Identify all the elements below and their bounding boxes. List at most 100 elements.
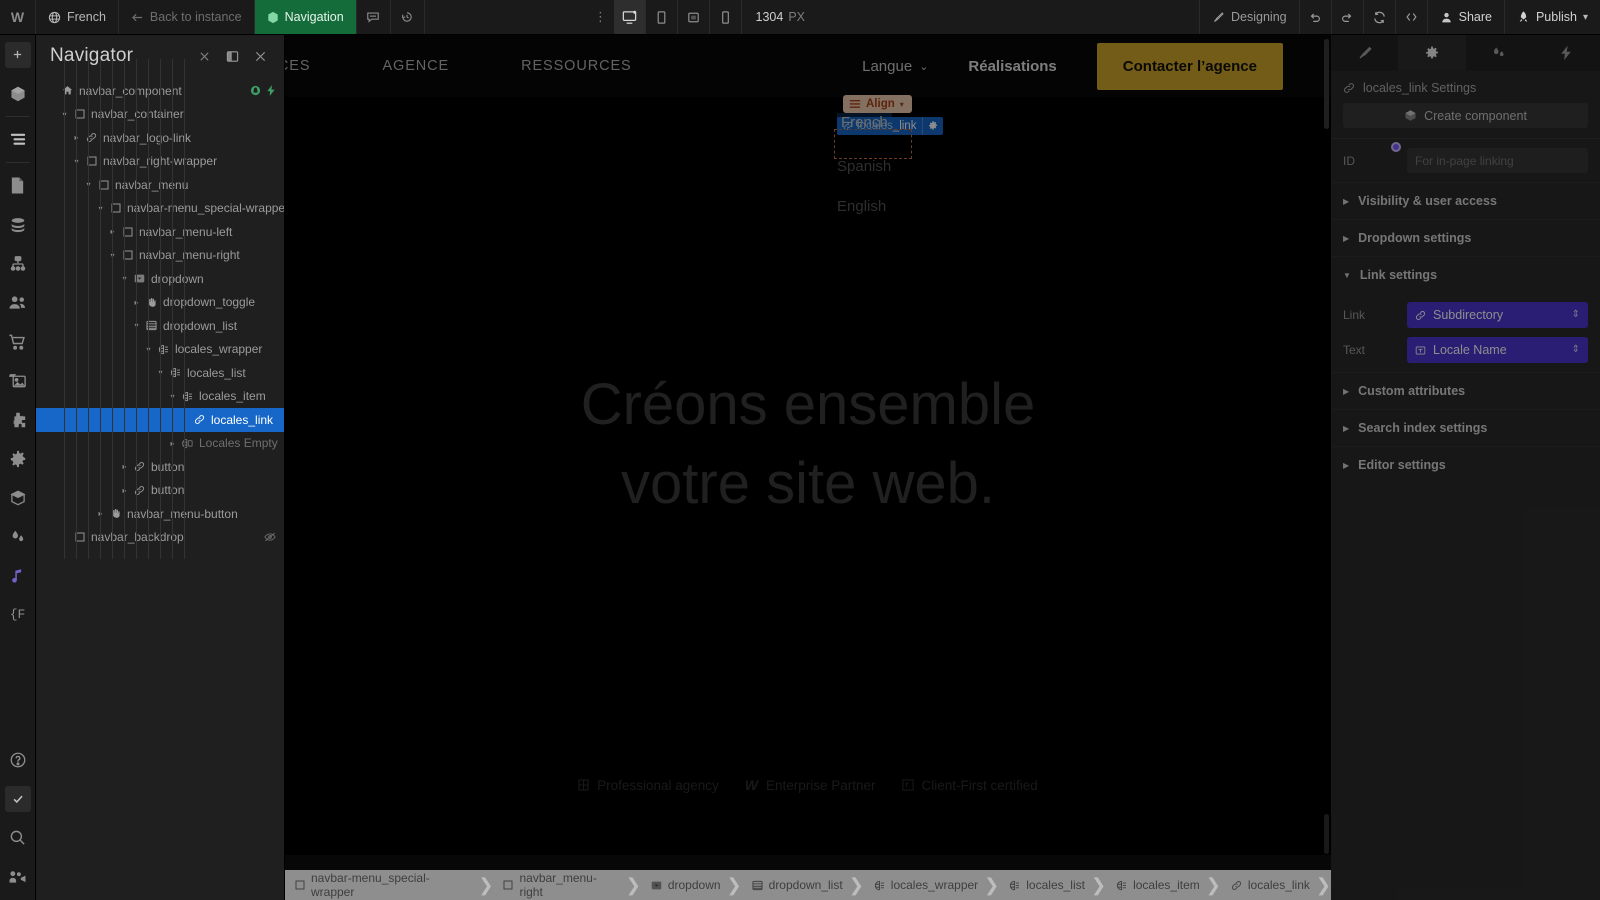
variable-mode-button[interactable]: {F <box>0 595 36 634</box>
locale-option-french[interactable]: French <box>837 113 892 132</box>
locale-label: French <box>67 10 106 24</box>
pages-button[interactable] <box>0 166 36 205</box>
components-button[interactable] <box>0 74 36 113</box>
canvas-scrollbar[interactable] <box>1324 39 1329 854</box>
breadcrumb-item-label: dropdown <box>667 878 721 892</box>
breadcrumb-item-locales-link[interactable]: locales_link <box>1221 870 1318 900</box>
section-custom-attributes-bg[interactable]: ▶ Custom attributes <box>1331 372 1600 409</box>
interactions-button[interactable] <box>0 556 36 595</box>
locale-option-spanish[interactable]: Spanish <box>837 146 892 186</box>
breadcrumb-item-dropdown-list[interactable]: dropdown_list <box>742 870 851 900</box>
share-button[interactable]: Share <box>1426 0 1504 34</box>
create-component-label-bg: Create component <box>1424 108 1527 123</box>
locales-dropdown-list[interactable]: French Spanish English <box>837 113 892 226</box>
variables-tab[interactable] <box>1466 35 1533 71</box>
breadcrumb-separator-icon: ❯ <box>726 874 742 895</box>
link-icon <box>1231 880 1242 891</box>
site-nav-link-ices[interactable]: ICES <box>285 58 310 74</box>
publish-label: Publish <box>1535 10 1577 24</box>
viewport-mobile[interactable] <box>710 0 742 34</box>
site-nav-link-ressources[interactable]: RESSOURCES <box>521 58 632 74</box>
add-elements-button[interactable] <box>0 35 36 74</box>
navigator-title: Navigator <box>50 45 134 66</box>
section-editor-settings-label-bg: Editor settings <box>1358 458 1446 472</box>
create-component-button-bg[interactable]: Create component <box>1343 103 1588 128</box>
undo-icon[interactable] <box>1298 0 1331 34</box>
site-nav-link-agence[interactable]: AGENCE <box>382 58 449 74</box>
cms-button[interactable] <box>0 205 36 244</box>
locale-selector[interactable]: French <box>36 0 119 34</box>
align-label: Align <box>866 98 895 110</box>
panel-layout-icon[interactable] <box>220 44 244 68</box>
breadcrumb-item-locales-wrapper[interactable]: locales_wrapper <box>864 870 986 900</box>
navigator-button[interactable] <box>0 120 36 159</box>
help-button[interactable] <box>0 740 36 779</box>
variables-button[interactable] <box>0 517 36 556</box>
locked-icon[interactable] <box>250 85 261 96</box>
back-to-instance-button[interactable]: Back to instance <box>119 0 255 34</box>
close-small-icon[interactable] <box>192 44 216 68</box>
breadcrumb-separator-icon: ❯ <box>1205 874 1221 895</box>
toolbar-divider-2 <box>5 162 30 163</box>
eye-off-icon[interactable] <box>264 532 276 542</box>
section-visibility-bg[interactable]: ▶ Visibility & user access <box>1331 182 1600 219</box>
mode-designing-button[interactable]: Designing <box>1199 0 1299 34</box>
publish-button[interactable]: Publish ▾ <box>1503 0 1600 34</box>
code-icon[interactable] <box>1394 0 1427 34</box>
style-tab[interactable] <box>1331 35 1398 71</box>
breadcrumb-item-dropdown[interactable]: dropdown <box>641 870 729 900</box>
home-icon <box>59 85 76 96</box>
locale-option-english[interactable]: English <box>837 186 892 226</box>
canvas-scrollbar-thumb[interactable] <box>1324 39 1329 129</box>
search-button[interactable] <box>0 818 36 857</box>
section-link-bg[interactable]: ▼ Link settings <box>1331 256 1600 293</box>
chevron-right-icon: ▶ <box>1343 233 1350 243</box>
ecommerce-button[interactable] <box>0 322 36 361</box>
navigator-tree[interactable]: navbar_component▾navbar_container▸navbar… <box>36 59 284 900</box>
breadcrumb-item-locales-list[interactable]: locales_list <box>999 870 1093 900</box>
ellipsis-vertical-icon[interactable]: ⋮ <box>588 0 614 34</box>
audit-button[interactable] <box>0 779 36 818</box>
interaction-icon[interactable] <box>266 85 276 97</box>
contact-cta-button[interactable]: Contacter l’agence <box>1096 42 1283 90</box>
id-input-bg[interactable]: For in-page linking <box>1407 148 1588 173</box>
section-dropdown-bg[interactable]: ▶ Dropdown settings <box>1331 219 1600 256</box>
users-button[interactable] <box>0 283 36 322</box>
refresh-icon[interactable] <box>1362 0 1395 34</box>
breadcrumb-item-navbar-menu-right[interactable]: navbar_menu-right <box>493 870 627 900</box>
history-icon[interactable] <box>391 0 425 34</box>
right-settings-panel-background[interactable]: locales_link Settings Create component I… <box>1331 35 1600 900</box>
align-badge[interactable]: Align ▾ <box>843 95 912 113</box>
close-icon[interactable] <box>248 44 272 68</box>
libraries-button[interactable] <box>0 478 36 517</box>
settings-tab[interactable] <box>1398 35 1466 71</box>
section-search-index-bg[interactable]: ▶ Search index settings <box>1331 409 1600 446</box>
canvas-size-display[interactable]: 1304 PX <box>742 0 820 34</box>
right-panel-tabs[interactable] <box>1331 35 1600 71</box>
assets-button[interactable] <box>0 361 36 400</box>
viewport-desktop[interactable] <box>613 0 646 34</box>
hand-icon <box>143 297 160 308</box>
breadcrumb-item-locales-item[interactable]: locales_item <box>1106 870 1208 900</box>
redo-icon[interactable] <box>1330 0 1363 34</box>
settings-button[interactable] <box>0 439 36 478</box>
section-editor-settings-bg[interactable]: ▶ Editor settings <box>1331 446 1600 483</box>
logic-button[interactable] <box>0 244 36 283</box>
page-tab-navigation[interactable]: Navigation <box>254 0 357 34</box>
video-button[interactable] <box>0 857 36 896</box>
interactions-tab[interactable] <box>1533 35 1600 71</box>
langue-dropdown-toggle[interactable]: Langue ⌄ <box>862 58 928 75</box>
apps-button[interactable] <box>0 400 36 439</box>
design-canvas[interactable]: ICES AGENCE RESSOURCES Langue ⌄ Réalisatio… <box>285 35 1331 855</box>
text-value-select-bg[interactable]: Locale Name ⇕ <box>1407 337 1588 363</box>
comment-icon[interactable] <box>357 0 391 34</box>
breadcrumb-item-navbar-menu-special-wrapper[interactable]: navbar-menu_special-wrapper <box>285 870 480 900</box>
link-value-select-bg[interactable]: Subdirectory ⇕ <box>1407 302 1588 328</box>
realisations-link[interactable]: Réalisations <box>968 58 1056 75</box>
tree-guideline <box>160 59 161 559</box>
breadcrumb[interactable]: navbar-menu_special-wrapper ❯ navbar_menu-… <box>285 870 1331 900</box>
viewport-tablet[interactable] <box>646 0 678 34</box>
webflow-logo[interactable]: W <box>0 0 36 34</box>
gear-icon[interactable] <box>922 117 943 135</box>
viewport-mobile-landscape[interactable] <box>678 0 710 34</box>
